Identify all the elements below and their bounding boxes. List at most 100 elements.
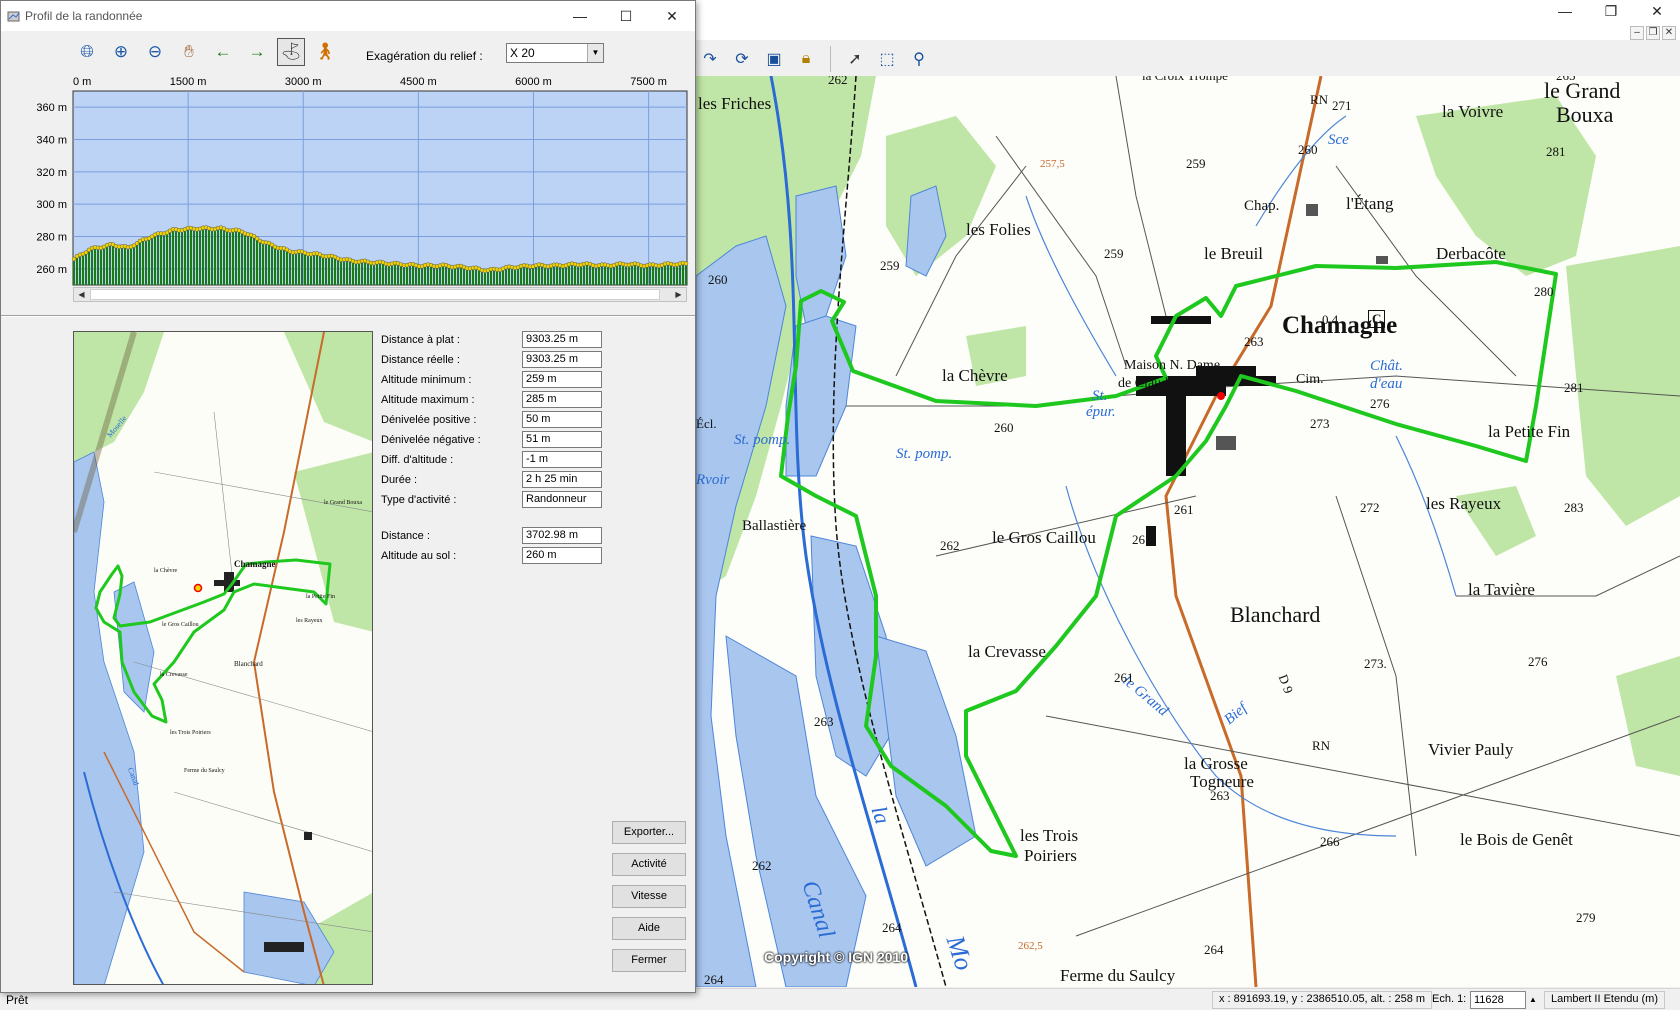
elevation-bar: [403, 265, 405, 285]
elevation-bar: [364, 260, 366, 285]
elevation-bar: [205, 227, 207, 285]
y-tick-label: 300 m: [36, 199, 67, 211]
elevation-bar: [340, 259, 342, 285]
zoom-out-icon[interactable]: ⊖: [141, 38, 169, 66]
scale-input[interactable]: [1470, 991, 1526, 1009]
status-projection[interactable]: Lambert II Etendu (m): [1544, 991, 1665, 1009]
mdi-close-button[interactable]: ✕: [1662, 26, 1676, 40]
elevation-bar: [79, 254, 81, 285]
app-close-button[interactable]: ✕: [1634, 0, 1680, 22]
main-map[interactable]: Chamagne Maison N. Dame de Claude Gellée…: [696, 76, 1680, 987]
elevation-bar: [445, 265, 447, 285]
elevation-bar: [523, 265, 525, 285]
elevation-bar: [214, 229, 216, 285]
elevation-bar: [226, 230, 228, 285]
elevation-bar: [508, 266, 510, 285]
pointer-icon[interactable]: ➚: [841, 45, 869, 73]
select-rect-icon[interactable]: ⬚: [873, 45, 901, 73]
zoom-in-icon[interactable]: ⊕: [107, 38, 135, 66]
arrow-left-icon[interactable]: ←: [209, 38, 237, 66]
profile-mode-icon[interactable]: ⛳︎: [277, 38, 305, 66]
elevation-bar: [676, 264, 678, 285]
arrow-right-icon[interactable]: →: [243, 38, 271, 66]
close-button[interactable]: Fermer: [612, 949, 686, 972]
elevation-bar: [166, 232, 168, 285]
map-label-bois-genet: le Bois de Genêt: [1460, 830, 1573, 849]
elevation-bar: [538, 264, 540, 285]
elevation-bar: [469, 268, 471, 285]
dialog-titlebar[interactable]: Profil de la randonnée — ☐ ✕: [1, 1, 695, 31]
hiker-icon[interactable]: 🚶︎: [311, 38, 339, 66]
zoom-globe-icon[interactable]: 🌐︎: [73, 38, 101, 66]
mdi-minimize-button[interactable]: –: [1630, 26, 1644, 40]
app-restore-button[interactable]: ❐: [1588, 0, 1634, 22]
app-minimize-button[interactable]: —: [1542, 0, 1588, 22]
elevation-bar: [583, 264, 585, 285]
elevation-bar: [220, 227, 222, 285]
elevation-bar: [184, 229, 186, 285]
scroll-thumb[interactable]: [90, 289, 660, 300]
scroll-right-icon[interactable]: ▶: [671, 288, 686, 301]
map-label-friches: les Friches: [698, 94, 772, 113]
dialog-maximize-button[interactable]: ☐: [603, 1, 649, 31]
elevation-bar: [592, 265, 594, 285]
image-icon[interactable]: ▣: [760, 45, 788, 73]
elevation-bar: [130, 246, 132, 285]
stat-label: Durée :: [381, 474, 418, 486]
stat-value: 2 h 25 min: [522, 471, 602, 488]
zoom-select-icon[interactable]: ⚲: [905, 45, 933, 73]
dialog-app-icon: [7, 11, 20, 22]
elevation-bar: [151, 236, 153, 285]
elevation-bar: [670, 264, 672, 285]
elevation-bar: [439, 265, 441, 285]
dialog-minimize-button[interactable]: —: [557, 1, 603, 31]
elevation-bar: [127, 247, 129, 285]
map-copyright: Copyright © IGN 2010: [764, 949, 909, 965]
elevation-bar: [568, 264, 570, 285]
speed-button[interactable]: Vitesse: [612, 885, 686, 908]
export-button[interactable]: Exporter...: [612, 821, 686, 844]
mini-label-chamagne: Chamagne: [234, 559, 276, 569]
map-label-vivier: Vivier Pauly: [1428, 740, 1514, 759]
help-button[interactable]: Aide: [612, 917, 686, 940]
elevation-bar: [292, 252, 294, 285]
elevation-bar: [175, 229, 177, 285]
pan-hand-icon[interactable]: ✋︎: [175, 38, 203, 66]
print-lock-icon[interactable]: 🔒︎: [792, 45, 820, 73]
relief-select[interactable]: X 20 ▼: [506, 43, 604, 63]
elevation-bar: [361, 261, 363, 285]
map-label-bouxa: Bouxa: [1556, 102, 1614, 127]
mini-map[interactable]: Chamagne Moselle Canal la Chèvre le Gros…: [73, 331, 373, 985]
chevron-down-icon[interactable]: ▼: [587, 44, 603, 62]
mini-label-chevre: la Chèvre: [154, 568, 178, 574]
refresh-icon[interactable]: ⟳: [728, 45, 756, 73]
dialog-close-button[interactable]: ✕: [649, 1, 695, 31]
map-elev-271: 271: [1332, 98, 1352, 113]
elevation-bar: [607, 265, 609, 285]
elevation-bar: [424, 265, 426, 285]
elevation-bar: [142, 239, 144, 285]
elevation-bar: [493, 269, 495, 285]
map-label-ballastiere: Ballastière: [742, 518, 807, 534]
map-elev-259c: 259: [880, 258, 900, 273]
mdi-restore-button[interactable]: ❐: [1646, 26, 1660, 40]
scroll-left-icon[interactable]: ◀: [74, 288, 89, 301]
stat-label: Diff. d'altitude :: [381, 454, 454, 466]
y-tick-label: 360 m: [36, 102, 67, 114]
elevation-bar: [160, 233, 162, 285]
profile-x-axis: 0 m 1500 m 3000 m 4500 m 6000 m 7500 m: [73, 76, 667, 88]
mini-label-rayeux: les Rayeux: [296, 618, 323, 624]
stat-label: Dénivelée négative :: [381, 434, 481, 446]
elevation-bar: [514, 267, 516, 285]
elevation-bar: [613, 265, 615, 285]
scale-spin-up-icon[interactable]: ▲: [1526, 991, 1540, 1009]
elevation-bar: [628, 264, 630, 285]
elevation-bar: [271, 244, 273, 285]
elevation-bar: [190, 228, 192, 285]
map-elev-261a: 261: [1132, 532, 1152, 547]
profile-scrollbar[interactable]: ◀ ▶: [73, 287, 687, 302]
activity-button[interactable]: Activité: [612, 853, 686, 876]
elevation-profile[interactable]: 0 m 1500 m 3000 m 4500 m 6000 m 7500 m 360 m 3…: [1, 73, 697, 305]
map-label-c: C: [1368, 310, 1386, 328]
redo-icon[interactable]: ↷: [696, 45, 724, 73]
